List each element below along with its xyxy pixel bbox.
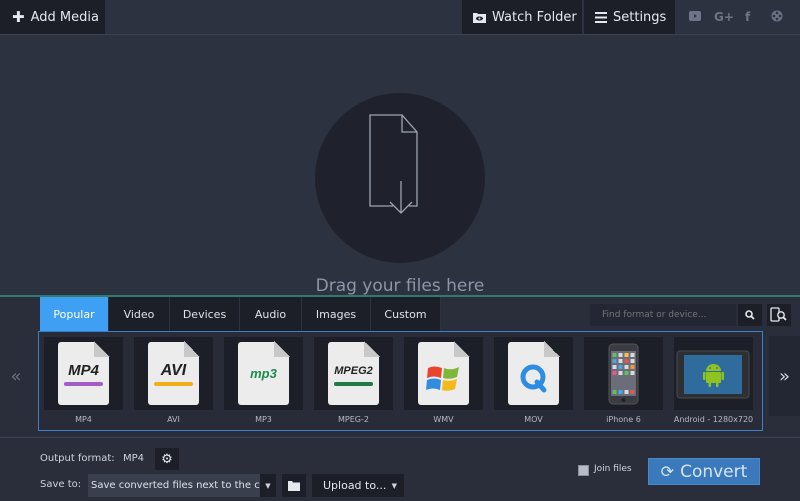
format-settings-button[interactable]: ⚙: [155, 448, 179, 470]
detect-device-button[interactable]: [767, 304, 791, 326]
save-location-dropdown[interactable]: ▼: [260, 474, 276, 497]
save-location-select[interactable]: Save converted files next to the c: [88, 474, 260, 497]
scroll-right-button[interactable]: »: [769, 336, 800, 416]
search-icon: [745, 310, 755, 320]
format-label: Android - 1280x720: [673, 415, 754, 424]
tab-popular[interactable]: Popular: [40, 297, 109, 332]
format-label: iPhone 6: [606, 415, 641, 424]
tab-audio[interactable]: Audio: [240, 297, 302, 332]
caret-down-icon: ▼: [265, 481, 271, 490]
drop-circle: [315, 93, 485, 263]
add-media-label: Add Media: [30, 9, 99, 25]
format-grid: MP4 MP4 AVI AVI mp3 MP3 MPEG2 MPEG-2 WMV…: [38, 331, 763, 431]
film-reel-icon[interactable]: [771, 10, 783, 25]
mpeg2-file-icon: MPEG2: [328, 341, 380, 405]
convert-button[interactable]: ⟳ Convert: [648, 458, 760, 485]
format-label: MP3: [255, 415, 272, 424]
output-format-label: Output format:: [40, 453, 115, 464]
tab-video[interactable]: Video: [109, 297, 170, 332]
tab-devices[interactable]: Devices: [170, 297, 240, 332]
facebook-icon[interactable]: f: [745, 10, 750, 24]
upload-label: Upload to...: [323, 479, 387, 492]
quicktime-file-icon: [508, 341, 560, 405]
watch-folder-icon: [473, 12, 486, 23]
tab-custom[interactable]: Custom: [371, 297, 441, 332]
mp3-file-icon: mp3: [238, 341, 290, 405]
format-label: AVI: [167, 415, 180, 424]
watch-folder-button[interactable]: Watch Folder: [462, 0, 582, 34]
tab-images[interactable]: Images: [302, 297, 371, 332]
format-label: MP4: [75, 415, 92, 424]
search-button[interactable]: [738, 304, 762, 326]
plus-icon: ✚: [12, 8, 25, 26]
menu-lines-icon: [595, 11, 607, 23]
convert-label: Convert: [680, 461, 748, 482]
format-search-input[interactable]: [590, 304, 736, 326]
watch-folder-label: Watch Folder: [492, 9, 577, 25]
drop-zone[interactable]: Drag your files here: [0, 35, 800, 296]
device-search-icon: [770, 307, 787, 322]
iphone-icon: [608, 343, 639, 405]
google-plus-icon[interactable]: G+: [714, 10, 734, 24]
scroll-left-button[interactable]: «: [0, 336, 32, 416]
format-item-mpeg2[interactable]: MPEG2 MPEG-2: [314, 337, 393, 429]
output-format-value: MP4: [123, 453, 145, 464]
top-toolbar: ✚ Add Media Watch Folder Settings G+ f: [0, 0, 800, 35]
browse-folder-button[interactable]: [282, 474, 306, 497]
folder-icon: [288, 480, 300, 491]
mp4-file-icon: MP4: [58, 341, 110, 405]
format-item-mov[interactable]: MOV: [494, 337, 573, 429]
gear-icon: ⚙: [161, 451, 173, 467]
format-item-iphone6[interactable]: iPhone 6: [584, 337, 663, 429]
format-label: WMV: [433, 415, 454, 424]
drag-files-text: Drag your files here: [315, 276, 485, 296]
settings-label: Settings: [613, 9, 667, 25]
join-files-label: Join files: [594, 464, 632, 474]
format-item-mp4[interactable]: MP4 MP4: [44, 337, 123, 429]
avi-file-icon: AVI: [148, 341, 200, 405]
format-label: MOV: [524, 415, 543, 424]
format-tabs: Popular Video Devices Audio Images Custo…: [40, 297, 441, 332]
windows-file-icon: [418, 341, 470, 405]
format-item-mp3[interactable]: mp3 MP3: [224, 337, 303, 429]
file-download-icon: [369, 114, 418, 214]
format-panel: Popular Video Devices Audio Images Custo…: [0, 297, 800, 437]
format-item-android[interactable]: Android - 1280x720: [674, 337, 753, 429]
format-label: MPEG-2: [338, 415, 369, 424]
refresh-icon: ⟳: [660, 462, 675, 481]
add-media-button[interactable]: ✚ Add Media: [0, 0, 105, 34]
upload-to-button[interactable]: Upload to... ▼: [312, 474, 404, 497]
format-item-wmv[interactable]: WMV: [404, 337, 483, 429]
save-to-label: Save to:: [40, 479, 82, 490]
format-item-avi[interactable]: AVI AVI: [134, 337, 213, 429]
join-files-checkbox[interactable]: [578, 465, 589, 476]
caret-down-icon: ▼: [391, 481, 397, 490]
output-bar: Output format: MP4 ⚙ Save to: Save conve…: [0, 437, 800, 501]
youtube-icon[interactable]: [689, 10, 701, 24]
settings-button[interactable]: Settings: [583, 0, 675, 34]
android-tablet-icon: [676, 350, 750, 399]
